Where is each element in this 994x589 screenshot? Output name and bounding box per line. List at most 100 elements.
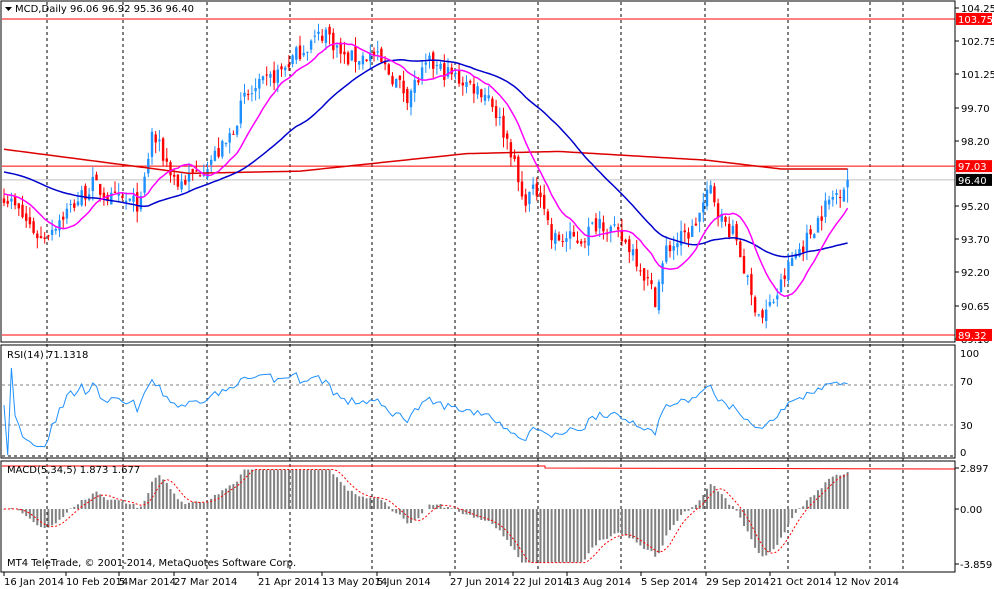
date-label: 12 Nov 2014 xyxy=(835,577,899,588)
macd-bar xyxy=(376,497,379,509)
candle-bear xyxy=(583,241,587,243)
macd-bar xyxy=(336,477,338,509)
candle-bear xyxy=(217,148,220,157)
macd-bar xyxy=(680,509,683,515)
candle-bull xyxy=(613,224,616,226)
macd-bar xyxy=(202,502,205,509)
macd-bar xyxy=(40,509,42,528)
candle-bear xyxy=(62,216,65,220)
macd-tick-label: 2.897 xyxy=(960,464,989,475)
candle-bear xyxy=(195,170,198,172)
candle-bull xyxy=(239,100,242,124)
macd-bar xyxy=(439,504,442,509)
macd-bar xyxy=(702,494,705,509)
rsi-label: RSI(14) 71.1318 xyxy=(7,350,88,361)
macd-bar xyxy=(717,491,720,509)
macd-bar xyxy=(284,469,287,509)
candle-bull xyxy=(631,249,635,256)
macd-bar xyxy=(583,509,586,560)
candle-bear xyxy=(417,80,420,83)
macd-bar xyxy=(191,501,194,509)
macd-bar xyxy=(95,491,98,509)
candle-bull xyxy=(709,185,712,194)
date-label: 27 Jun 2014 xyxy=(450,577,510,588)
macd-bar xyxy=(354,494,357,509)
candle-bear xyxy=(161,138,165,161)
candle-bear xyxy=(184,179,187,185)
macd-bar xyxy=(328,469,331,509)
candle-bear xyxy=(809,229,812,235)
date-label: 5 Jun 2014 xyxy=(377,577,431,588)
macd-bar xyxy=(495,509,498,529)
macd-bar xyxy=(765,509,768,556)
candle-bull xyxy=(250,93,254,95)
candle-bear xyxy=(272,70,276,84)
macd-bar xyxy=(136,507,139,509)
macd-bar xyxy=(232,484,235,509)
candle-bull xyxy=(827,199,831,205)
macd-bar xyxy=(391,509,394,512)
candle-bear xyxy=(642,268,646,281)
candle-bear xyxy=(73,203,76,208)
level-tag-label: 103.75 xyxy=(958,15,993,26)
candle-bull xyxy=(842,189,846,202)
macd-bar xyxy=(339,481,342,509)
candle-bull xyxy=(446,67,450,77)
candle-bear xyxy=(328,26,331,35)
candle-bear xyxy=(576,240,579,243)
macd-bar xyxy=(509,509,512,547)
candle-bull xyxy=(805,232,809,251)
candle-bear xyxy=(113,191,117,193)
macd-bar xyxy=(250,469,253,509)
candle-bull xyxy=(598,218,601,229)
candle-bear xyxy=(25,213,28,221)
candle-bear xyxy=(39,236,43,239)
macd-bar xyxy=(498,509,501,531)
candle-bull xyxy=(50,229,54,235)
macd-bar xyxy=(47,509,50,528)
candle-bull xyxy=(413,79,416,93)
macd-bar xyxy=(210,498,213,509)
candle-bull xyxy=(124,200,128,203)
candle-bull xyxy=(824,200,827,217)
candle-bear xyxy=(550,224,553,241)
candle-bear xyxy=(753,297,757,313)
macd-bar xyxy=(676,509,679,521)
mt4-chart[interactable]: 104.25102.75101.2599.7098.2095.2093.7092… xyxy=(0,0,994,589)
macd-bar xyxy=(731,506,734,509)
macd-bar xyxy=(794,509,797,513)
candle-bear xyxy=(572,232,575,237)
candle-bull xyxy=(439,63,442,69)
candle-bear xyxy=(43,237,46,239)
candle-bull xyxy=(672,245,675,251)
candle-bull xyxy=(531,184,535,189)
candle-bear xyxy=(539,192,542,198)
candle-bull xyxy=(317,31,320,34)
macd-bar xyxy=(361,496,364,509)
candle-bear xyxy=(36,233,39,239)
candle-bear xyxy=(624,239,627,243)
candle-bear xyxy=(406,88,409,104)
macd-bar xyxy=(128,504,131,509)
level-tag-label: 89.32 xyxy=(958,331,987,342)
date-label: 22 Jul 2014 xyxy=(513,577,570,588)
macd-bar xyxy=(846,472,849,509)
macd-bar xyxy=(365,498,368,509)
candle-bear xyxy=(247,93,250,95)
macd-bar xyxy=(561,509,564,563)
macd-bar xyxy=(243,469,246,509)
macd-bar xyxy=(91,493,94,509)
candle-bear xyxy=(354,46,357,62)
macd-bar xyxy=(572,509,575,563)
candle-bull xyxy=(731,225,735,234)
candle-bear xyxy=(517,156,520,183)
macd-bar xyxy=(620,509,623,535)
candle-bear xyxy=(580,241,583,244)
candle-bull xyxy=(679,231,683,246)
macd-bar xyxy=(432,505,435,509)
candle-bull xyxy=(661,263,664,285)
candle-bull xyxy=(128,198,131,201)
candle-bear xyxy=(321,35,324,41)
macd-bar xyxy=(724,498,727,509)
price-tick-label: 93.70 xyxy=(961,235,990,246)
